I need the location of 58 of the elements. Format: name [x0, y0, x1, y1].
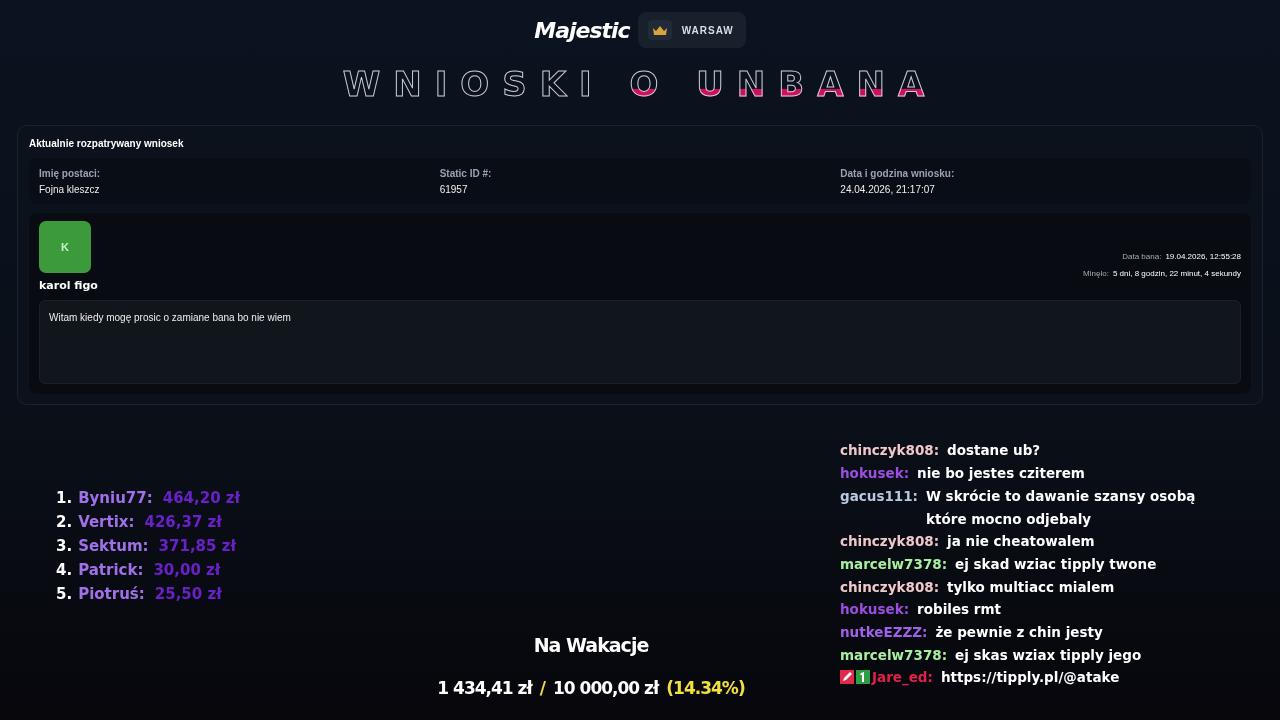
chat-message: dostane ub? — [947, 441, 1041, 461]
chat-username: hokusek: — [840, 464, 910, 484]
donor-name: Piotruś: — [78, 585, 145, 604]
chat-message: że pewnie z chin jesty — [935, 623, 1103, 642]
donor-name: Byniu77: — [78, 489, 153, 508]
goal-separator: / — [539, 678, 545, 698]
rank-number: 1. — [56, 489, 73, 508]
chat-username: chinczyk808: — [840, 532, 940, 552]
donor-name: Vertix: — [78, 513, 135, 532]
donation-amount: 371,85 zł — [158, 537, 236, 556]
logo: Majestic — [534, 17, 630, 43]
crown-icon — [647, 20, 672, 40]
chat-message: tylko multiacc mialem — [947, 577, 1115, 597]
rank-number: 4. — [56, 561, 73, 580]
donor-name: Sektum: — [78, 537, 149, 556]
ban-date: 19.04.2026, 12:55:28 — [1165, 252, 1241, 262]
chat-message: ej skad wziac tipply twone — [955, 554, 1157, 574]
chat-username: chinczyk808: — [840, 441, 940, 461]
chat-message: nie bo jestes cziterem — [917, 464, 1085, 484]
field-label: Data i godzina wniosku: — [840, 168, 956, 180]
field-label: Static ID #: — [439, 168, 493, 180]
rank-badge-icon — [856, 670, 870, 685]
server-name: WARSAW — [681, 24, 734, 36]
message-box: Witam kiedy mogę prosic o zamiane bana bo nie wiem — [39, 300, 1241, 385]
donation-amount: 464,20 zł — [162, 489, 241, 508]
ban-date-label: Data bana: — [1122, 252, 1162, 262]
field-value: Fojna kleszcz — [39, 184, 101, 196]
chat-username: nutkeEZZZ: — [840, 623, 928, 642]
donation-amount: 30,00 zł — [153, 561, 221, 580]
goal-percent: (14.34%) — [666, 678, 745, 698]
chat-username: gacus111: — [840, 486, 918, 506]
chat-message: ej skas wziax tipply jego — [955, 645, 1142, 665]
chat-username: marcelw7378: — [840, 554, 948, 574]
avatar: K — [39, 221, 91, 274]
author-name: karol figo — [39, 279, 98, 293]
chat-username: Jare_ed: — [872, 668, 933, 688]
field-label: Imię postaci: — [39, 168, 102, 180]
chat-message: ja nie cheatowalem — [947, 532, 1095, 552]
donation-amount: 25,50 zł — [154, 585, 222, 604]
chat-message: robiles rmt — [917, 600, 1001, 620]
rank-number: 2. — [56, 513, 73, 532]
donor-name: Patrick: — [78, 561, 144, 580]
goal-current: 1 434,41 zł — [437, 678, 532, 698]
rank-number: 5. — [56, 585, 73, 604]
chat-username: marcelw7378: — [840, 645, 948, 665]
elapsed-time: 5 dni, 8 godzin, 22 minut, 4 sekundy — [1112, 269, 1241, 279]
goal-title: Na Wakacje — [533, 634, 649, 656]
elapsed-label: Minęło: — [1083, 269, 1109, 279]
rank-number: 3. — [56, 537, 73, 556]
donation-amount: 426,37 zł — [144, 513, 222, 532]
field-value: 24.04.2026, 21:17:07 — [840, 184, 936, 196]
chat-username: chinczyk808: — [840, 577, 940, 597]
chat-username: hokusek: — [840, 600, 910, 620]
field-value: 61957 — [439, 184, 469, 196]
chat-message: https://tipply.pl/@atake — [940, 668, 1120, 688]
pencil-badge-icon — [840, 670, 854, 685]
card-heading: Aktualnie rozpatrywany wniosek — [29, 138, 185, 150]
goal-target: 10 000,00 zł — [553, 678, 659, 698]
